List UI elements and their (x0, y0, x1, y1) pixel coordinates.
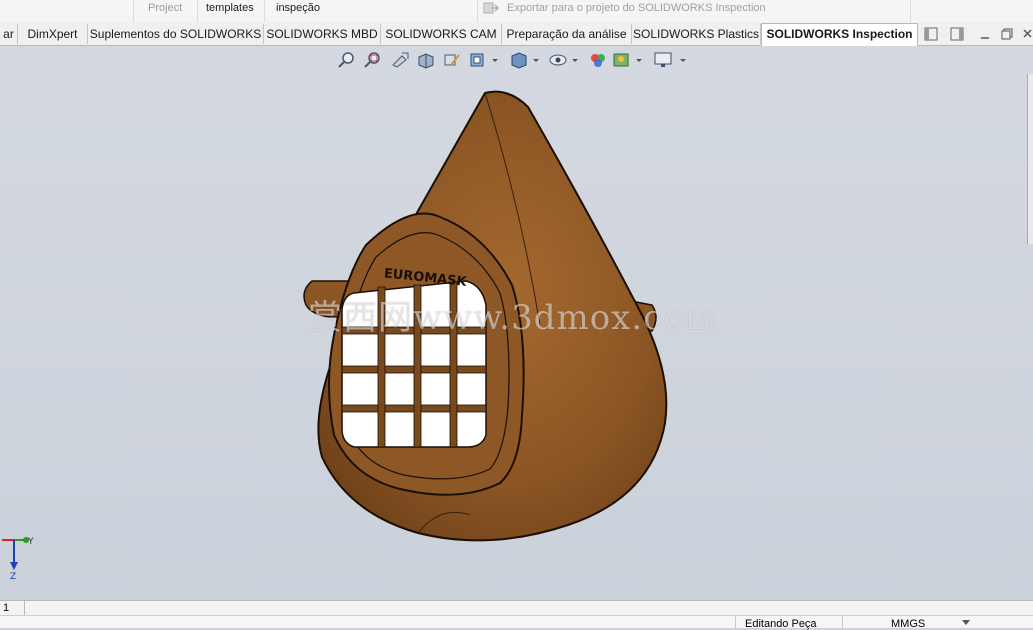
triad-z-label: Z (10, 572, 16, 582)
restore-icon[interactable] (1000, 27, 1014, 41)
view-orientation-icon[interactable] (468, 51, 500, 69)
sheet-tab-bar: 1 (0, 600, 1033, 616)
ribbon-separator (477, 0, 478, 22)
section-view-icon[interactable] (416, 51, 436, 69)
ribbon-separator (197, 0, 198, 22)
command-manager-tabs: ar DimXpert Suplementos do SOLIDWORKS SO… (0, 22, 1033, 46)
units-dropdown-icon[interactable] (962, 620, 970, 625)
command-ribbon: Project templates inspeção Exportar para… (0, 0, 1033, 23)
tab-solidworks-plastics[interactable]: SOLIDWORKS Plastics (632, 24, 761, 44)
triad-y-label: Y (27, 537, 34, 547)
status-units[interactable]: MMGS (891, 618, 925, 630)
ribbon-separator (910, 0, 911, 22)
ribbon-export-label[interactable]: Exportar para o projeto do SOLIDWORKS In… (507, 0, 766, 22)
task-pane-edge[interactable] (1027, 74, 1033, 244)
watermark-text: 赏西网www.3dmox.com (308, 298, 718, 338)
zoom-to-fit-icon[interactable] (337, 51, 357, 69)
ribbon-inspection-label[interactable]: inspeção (276, 0, 320, 22)
display-style-icon[interactable] (509, 51, 541, 69)
dynamic-annotation-icon[interactable] (442, 51, 462, 69)
status-bar: Editando Peça MMGS (0, 615, 1033, 630)
coordinate-triad: Y Z (2, 537, 34, 582)
hide-show-icon[interactable] (548, 51, 580, 69)
tab-dimxpert[interactable]: DimXpert (18, 24, 88, 44)
status-separator (842, 616, 843, 628)
sheet-tab[interactable]: 1 (0, 601, 25, 615)
previous-view-icon[interactable] (390, 51, 410, 69)
close-icon[interactable] (1022, 27, 1033, 41)
apply-scene-icon[interactable] (612, 51, 644, 69)
ribbon-templates-label[interactable]: templates (206, 0, 254, 22)
tile-right-icon[interactable] (950, 27, 964, 41)
ribbon-separator (264, 0, 265, 22)
view-settings-icon[interactable] (653, 51, 689, 69)
minimize-icon[interactable] (978, 27, 992, 41)
tab-solidworks-addins[interactable]: Suplementos do SOLIDWORKS (88, 24, 264, 44)
zoom-area-icon[interactable] (363, 51, 383, 69)
tab-solidworks-cam[interactable]: SOLIDWORKS CAM (381, 24, 502, 44)
ribbon-separator (133, 0, 134, 22)
tab-solidworks-mbd[interactable]: SOLIDWORKS MBD (264, 24, 381, 44)
status-separator (735, 616, 736, 628)
status-mode: Editando Peça (745, 618, 817, 630)
export-icon (483, 2, 499, 14)
edit-appearance-icon[interactable] (588, 51, 608, 69)
tile-left-icon[interactable] (924, 27, 938, 41)
tab-simulation-prep[interactable]: Preparação da análise (502, 24, 632, 44)
tab-partial[interactable]: ar (0, 24, 18, 44)
ribbon-project-label[interactable]: Project (148, 0, 182, 22)
tab-solidworks-inspection[interactable]: SOLIDWORKS Inspection (761, 23, 918, 46)
